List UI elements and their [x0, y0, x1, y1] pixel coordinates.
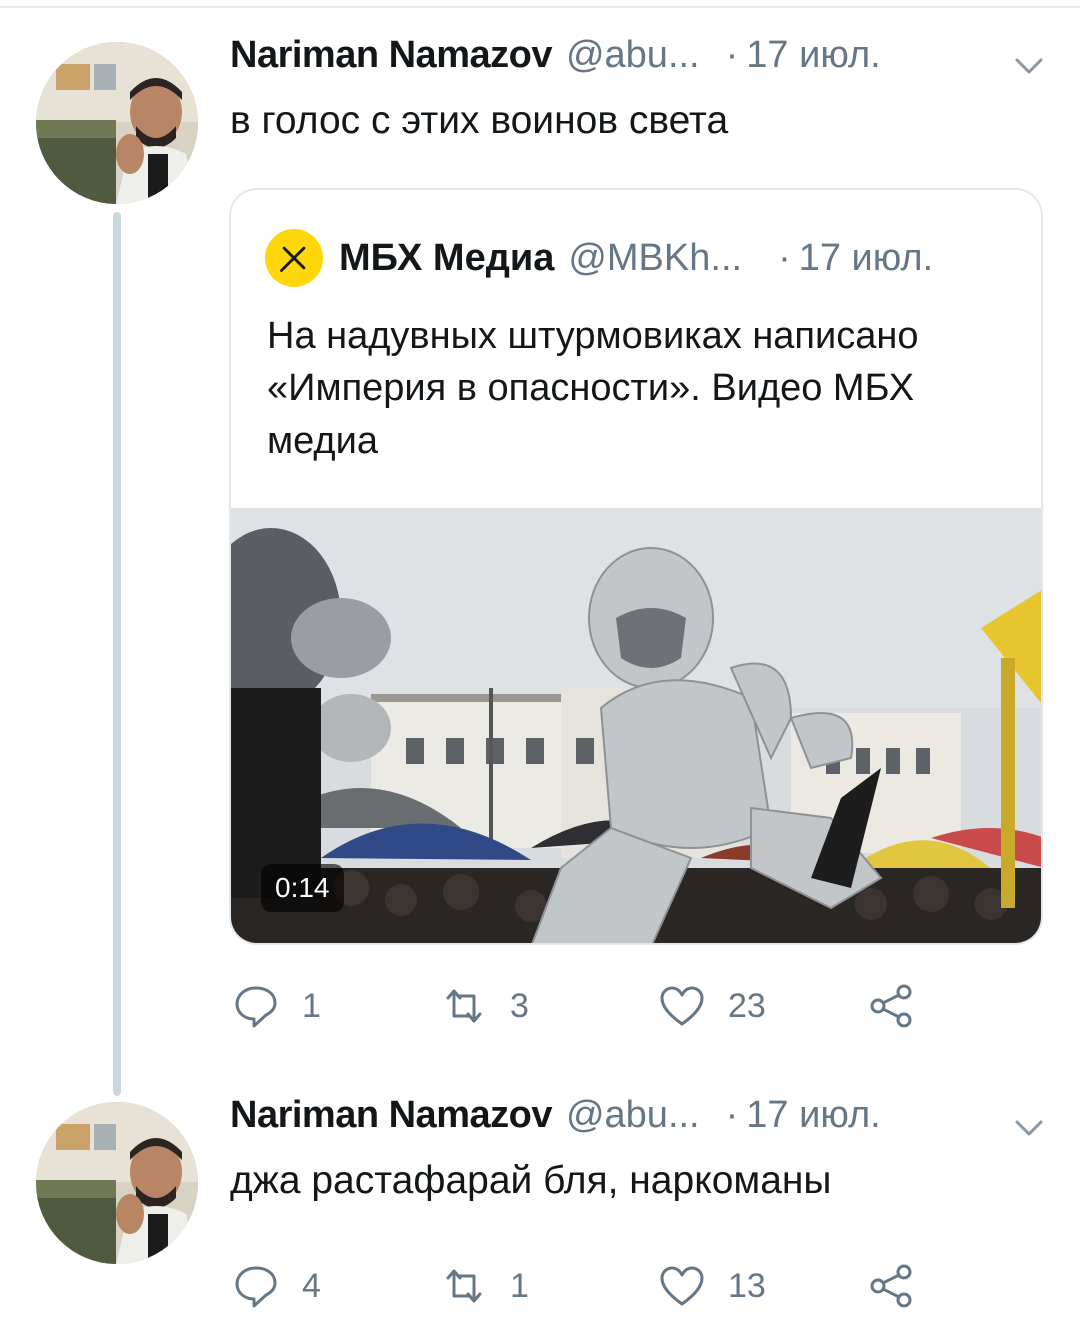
reply-icon	[235, 986, 277, 1028]
like-count: 23	[728, 986, 766, 1025]
video-player[interactable]: 0:14	[231, 508, 1041, 943]
author-handle[interactable]: @abu...	[566, 1094, 700, 1137]
reply-count: 4	[302, 1266, 321, 1305]
avatar[interactable]	[36, 1102, 198, 1264]
quoted-header: МБХ Медиа @MBKh... · 17 июл.	[265, 228, 933, 288]
retweet-count: 3	[510, 986, 529, 1025]
like-button[interactable]: 23	[658, 976, 766, 1036]
like-count: 13	[728, 1266, 766, 1305]
author-name[interactable]: Nariman Namazov	[230, 1094, 552, 1137]
retweet-icon	[446, 989, 482, 1023]
tweet-actions: 1 3 23	[230, 976, 950, 1036]
mbh-logo-icon[interactable]	[265, 229, 323, 287]
avatar-photo	[36, 42, 198, 204]
tweet-header: Nariman Namazov @abu... · 17 июл.	[230, 1094, 881, 1154]
video-duration-badge: 0:14	[261, 864, 344, 912]
retweet-button[interactable]: 1	[440, 1256, 529, 1316]
quoted-author-name[interactable]: МБХ Медиа	[339, 237, 554, 280]
timestamp[interactable]: 17 июл.	[746, 1094, 880, 1137]
share-button[interactable]	[868, 976, 916, 1036]
quoted-text: На надувных штурмовиках написано «Импери…	[267, 315, 919, 462]
retweet-icon	[446, 1269, 482, 1303]
share-icon	[870, 984, 912, 1028]
separator-dot: ·	[725, 1094, 739, 1136]
share-button[interactable]	[868, 1256, 916, 1316]
reply-button[interactable]: 1	[232, 976, 321, 1036]
avatar-photo	[36, 1102, 198, 1264]
like-icon	[660, 1266, 704, 1306]
separator-dot: ·	[778, 236, 791, 279]
separator-dot: ·	[725, 34, 739, 76]
tweet-text: джа растафарай бля, наркоманы	[230, 1159, 832, 1202]
reply-button[interactable]: 4	[232, 1256, 321, 1316]
tweet-1[interactable]: Nariman Namazov @abu... · 17 июл. в голо…	[0, 0, 1080, 1096]
retweet-button[interactable]: 3	[440, 976, 529, 1036]
tweet-header: Nariman Namazov @abu... · 17 июл.	[230, 34, 881, 94]
video-thumbnail	[231, 508, 1041, 943]
author-handle[interactable]: @abu...	[566, 34, 700, 77]
avatar[interactable]	[36, 42, 198, 204]
tweet-actions: 4 1 13	[230, 1256, 950, 1316]
chevron-down-icon[interactable]	[1014, 1118, 1044, 1138]
reply-icon	[235, 1266, 277, 1308]
quoted-tweet[interactable]: МБХ Медиа @MBKh... · 17 июл. На надувных…	[229, 188, 1043, 945]
quoted-timestamp[interactable]: 17 июл.	[799, 237, 933, 280]
share-icon	[870, 1264, 912, 1308]
chevron-down-icon[interactable]	[1014, 56, 1044, 76]
thread-line	[113, 212, 121, 1096]
quoted-author-handle[interactable]: @MBKh...	[568, 237, 742, 280]
retweet-count: 1	[510, 1266, 529, 1305]
tweet-2[interactable]: Nariman Namazov @abu... · 17 июл. джа ра…	[0, 1090, 1080, 1342]
reply-count: 1	[302, 986, 321, 1025]
like-button[interactable]: 13	[658, 1256, 766, 1316]
tweet-text: в голос с этих воинов света	[230, 99, 729, 142]
author-name[interactable]: Nariman Namazov	[230, 34, 552, 77]
like-icon	[660, 986, 704, 1026]
timestamp[interactable]: 17 июл.	[746, 34, 880, 77]
